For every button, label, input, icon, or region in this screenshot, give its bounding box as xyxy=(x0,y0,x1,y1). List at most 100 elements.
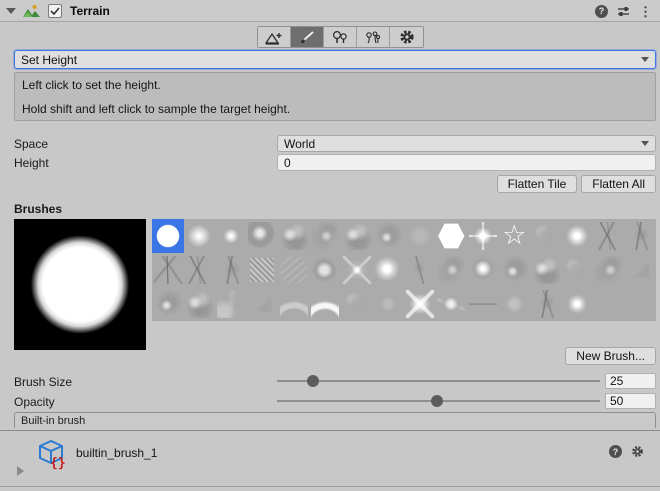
brush-shape-branch-b xyxy=(217,256,245,284)
brush-thumbnail[interactable] xyxy=(152,253,184,287)
opacity-value-input[interactable]: 50 xyxy=(605,393,656,409)
new-brush-button[interactable]: New Brush... xyxy=(565,347,656,365)
brush-thumbnail[interactable] xyxy=(373,219,405,253)
brush-thumbnail[interactable] xyxy=(404,253,436,287)
brush-thumbnail[interactable] xyxy=(499,287,531,321)
brush-thumbnail[interactable] xyxy=(562,219,594,253)
brush-shape-faint-blob xyxy=(406,222,434,250)
component-header: Terrain ? ⋮ xyxy=(0,0,660,22)
brush-palette xyxy=(152,219,656,321)
space-dropdown[interactable]: World xyxy=(277,135,656,152)
opacity-slider-thumb[interactable] xyxy=(431,395,443,407)
brush-size-slider-thumb[interactable] xyxy=(307,375,319,387)
brush-thumbnail[interactable] xyxy=(530,219,562,253)
brush-thumbnail[interactable] xyxy=(341,219,373,253)
brush-thumbnail[interactable] xyxy=(152,287,184,321)
brush-thumbnail[interactable] xyxy=(562,287,594,321)
brush-shape-twig xyxy=(406,256,434,284)
brush-shape-branch-b xyxy=(532,290,560,318)
brush-thumbnail[interactable] xyxy=(373,287,405,321)
brush-thumbnail[interactable] xyxy=(184,219,216,253)
brush-shape-star-noise xyxy=(437,290,465,318)
brush-thumbnail[interactable] xyxy=(341,287,373,321)
height-input[interactable]: 0 xyxy=(277,154,656,171)
brush-thumbnail[interactable] xyxy=(467,219,499,253)
brush-thumbnail[interactable] xyxy=(215,253,247,287)
brush-thumbnail[interactable] xyxy=(247,287,279,321)
help-icon[interactable]: ? xyxy=(595,5,608,18)
brush-thumbnail[interactable] xyxy=(373,253,405,287)
builtin-brush-bar[interactable]: Built-in brush xyxy=(14,412,656,428)
brush-thumbnail[interactable] xyxy=(436,219,468,253)
brush-shape-faint-dot xyxy=(500,290,528,318)
brush-thumbnail[interactable] xyxy=(278,287,310,321)
brush-shape-noise-a xyxy=(343,222,371,250)
enabled-checkbox[interactable] xyxy=(48,4,62,18)
brush-thumbnail[interactable] xyxy=(184,253,216,287)
brush-thumbnail[interactable] xyxy=(152,219,184,253)
brush-thumbnail[interactable] xyxy=(562,253,594,287)
grass-flowers-icon xyxy=(364,30,382,45)
paint-details-button[interactable] xyxy=(357,27,390,47)
brush-shape-branch-b xyxy=(626,222,654,250)
asset-gear-icon[interactable] xyxy=(631,445,644,458)
brush-shape-noise-c xyxy=(500,256,528,284)
brush-thumbnail[interactable] xyxy=(593,219,625,253)
asset-foldout-arrow-icon[interactable] xyxy=(17,466,24,476)
opacity-label: Opacity xyxy=(14,395,55,409)
brush-size-slider[interactable] xyxy=(277,373,600,389)
paint-terrain-button[interactable] xyxy=(291,27,324,47)
create-neighbor-terrains-button[interactable] xyxy=(258,27,291,47)
brush-thumbnail[interactable] xyxy=(499,219,531,253)
flatten-all-button[interactable]: Flatten All xyxy=(581,175,656,193)
brush-shape-bright-blob xyxy=(374,256,402,284)
terrain-settings-button[interactable] xyxy=(390,27,423,47)
svg-text:{}: {} xyxy=(50,456,66,470)
help-line-1: Left click to set the height. xyxy=(22,78,648,92)
brush-shape-soft-circle xyxy=(185,222,213,250)
brush-shape-faint-tex xyxy=(280,256,308,284)
brush-shape-small-noise xyxy=(374,290,402,318)
brush-shape-noise-bright xyxy=(469,256,497,284)
brush-thumbnail[interactable] xyxy=(625,219,657,253)
presets-icon[interactable] xyxy=(617,5,630,18)
height-value: 0 xyxy=(284,156,291,170)
slider-track xyxy=(277,380,600,382)
context-menu-icon[interactable]: ⋮ xyxy=(639,5,652,18)
brush-thumbnail[interactable] xyxy=(530,287,562,321)
foldout-arrow-icon[interactable] xyxy=(6,8,16,14)
brush-thumbnail[interactable] xyxy=(436,287,468,321)
brush-thumbnail[interactable] xyxy=(310,219,342,253)
brush-thumbnail[interactable] xyxy=(247,253,279,287)
brush-thumbnail[interactable] xyxy=(436,253,468,287)
brush-thumbnail[interactable] xyxy=(341,253,373,287)
paint-trees-button[interactable] xyxy=(324,27,357,47)
brush-thumbnail[interactable] xyxy=(278,219,310,253)
brush-thumbnail[interactable] xyxy=(593,253,625,287)
brush-thumbnail[interactable] xyxy=(278,253,310,287)
brush-size-value-input[interactable]: 25 xyxy=(605,373,656,389)
brush-shape-hard-circle xyxy=(154,222,182,250)
opacity-slider[interactable] xyxy=(277,393,600,409)
brush-thumbnail[interactable] xyxy=(184,287,216,321)
brush-thumbnail[interactable] xyxy=(404,287,436,321)
brush-thumbnail[interactable] xyxy=(310,287,342,321)
brush-thumbnail[interactable] xyxy=(530,253,562,287)
brush-thumbnail[interactable] xyxy=(467,287,499,321)
brush-shape-noise-c xyxy=(374,222,402,250)
brush-thumbnail[interactable] xyxy=(499,253,531,287)
brush-thumbnail[interactable] xyxy=(625,253,657,287)
flatten-button-row: Flatten Tile Flatten All xyxy=(497,175,656,193)
brush-thumbnail[interactable] xyxy=(404,219,436,253)
brush-thumbnail[interactable] xyxy=(467,253,499,287)
brush-thumbnail[interactable] xyxy=(215,219,247,253)
brush-thumbnail[interactable] xyxy=(247,219,279,253)
asset-help-icon[interactable]: ? xyxy=(609,445,622,458)
brush-thumbnail[interactable] xyxy=(310,253,342,287)
paint-tool-dropdown[interactable]: Set Height xyxy=(14,50,656,69)
brush-thumbnail[interactable] xyxy=(215,287,247,321)
brush-shape-texture xyxy=(250,258,274,282)
trees-icon xyxy=(331,30,349,45)
flatten-tile-button[interactable]: Flatten Tile xyxy=(497,175,578,193)
brush-shape-swoosh xyxy=(217,290,245,318)
